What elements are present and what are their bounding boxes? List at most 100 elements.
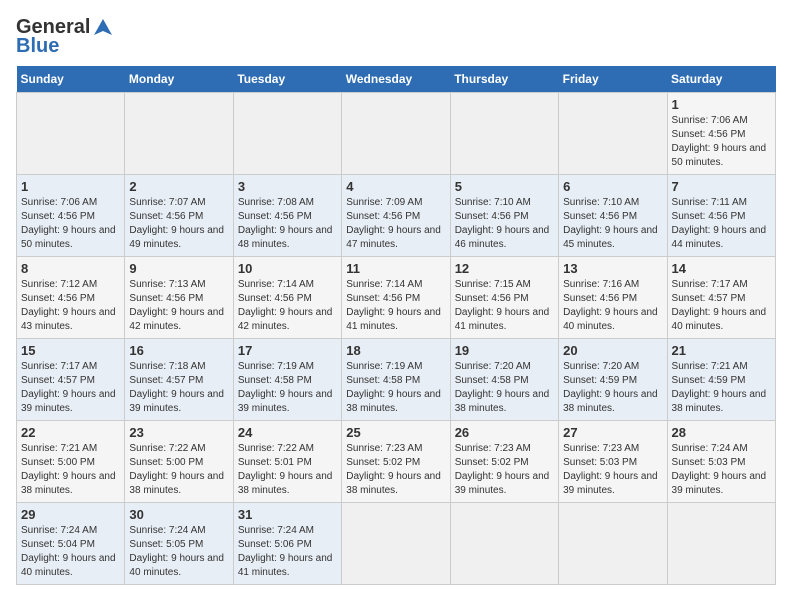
day-number: 10	[238, 261, 337, 276]
day-number: 29	[21, 507, 120, 522]
calendar-cell: 6 Sunrise: 7:10 AMSunset: 4:56 PMDayligh…	[559, 175, 667, 257]
calendar-cell	[450, 503, 558, 585]
calendar-cell: 11 Sunrise: 7:14 AMSunset: 4:56 PMDaylig…	[342, 257, 450, 339]
day-number: 23	[129, 425, 228, 440]
header-tuesday: Tuesday	[233, 66, 341, 93]
day-number: 22	[21, 425, 120, 440]
day-info: Sunrise: 7:20 AMSunset: 4:58 PMDaylight:…	[455, 361, 550, 414]
day-number: 18	[346, 343, 445, 358]
calendar-week-row: 8 Sunrise: 7:12 AMSunset: 4:56 PMDayligh…	[17, 257, 776, 339]
calendar-header-row: SundayMondayTuesdayWednesdayThursdayFrid…	[17, 66, 776, 93]
day-info: Sunrise: 7:24 AMSunset: 5:05 PMDaylight:…	[129, 525, 224, 578]
day-info: Sunrise: 7:20 AMSunset: 4:59 PMDaylight:…	[563, 361, 658, 414]
day-number: 31	[238, 507, 337, 522]
day-number: 16	[129, 343, 228, 358]
calendar-cell: 4 Sunrise: 7:09 AMSunset: 4:56 PMDayligh…	[342, 175, 450, 257]
calendar-cell: 7 Sunrise: 7:11 AMSunset: 4:56 PMDayligh…	[667, 175, 775, 257]
calendar-cell: 29 Sunrise: 7:24 AMSunset: 5:04 PMDaylig…	[17, 503, 125, 585]
calendar-cell: 17 Sunrise: 7:19 AMSunset: 4:58 PMDaylig…	[233, 339, 341, 421]
day-info: Sunrise: 7:19 AMSunset: 4:58 PMDaylight:…	[346, 361, 441, 414]
day-info: Sunrise: 7:24 AMSunset: 5:06 PMDaylight:…	[238, 525, 333, 578]
logo: General Blue	[16, 16, 114, 58]
calendar-cell: 15 Sunrise: 7:17 AMSunset: 4:57 PMDaylig…	[17, 339, 125, 421]
calendar-cell: 8 Sunrise: 7:12 AMSunset: 4:56 PMDayligh…	[17, 257, 125, 339]
calendar-cell: 18 Sunrise: 7:19 AMSunset: 4:58 PMDaylig…	[342, 339, 450, 421]
calendar-week-row: 15 Sunrise: 7:17 AMSunset: 4:57 PMDaylig…	[17, 339, 776, 421]
calendar-cell: 23 Sunrise: 7:22 AMSunset: 5:00 PMDaylig…	[125, 421, 233, 503]
calendar-cell: 9 Sunrise: 7:13 AMSunset: 4:56 PMDayligh…	[125, 257, 233, 339]
day-number: 12	[455, 261, 554, 276]
day-number: 19	[455, 343, 554, 358]
calendar-cell	[233, 93, 341, 175]
day-number: 1	[672, 97, 771, 112]
calendar-cell: 19 Sunrise: 7:20 AMSunset: 4:58 PMDaylig…	[450, 339, 558, 421]
day-info: Sunrise: 7:13 AMSunset: 4:56 PMDaylight:…	[129, 279, 224, 332]
day-info: Sunrise: 7:24 AMSunset: 5:03 PMDaylight:…	[672, 443, 767, 496]
day-number: 2	[129, 179, 228, 194]
day-info: Sunrise: 7:07 AMSunset: 4:56 PMDaylight:…	[129, 197, 224, 250]
day-info: Sunrise: 7:12 AMSunset: 4:56 PMDaylight:…	[21, 279, 116, 332]
calendar-cell: 1 Sunrise: 7:06 AMSunset: 4:56 PMDayligh…	[17, 175, 125, 257]
day-info: Sunrise: 7:17 AMSunset: 4:57 PMDaylight:…	[672, 279, 767, 332]
day-info: Sunrise: 7:10 AMSunset: 4:56 PMDaylight:…	[563, 197, 658, 250]
day-info: Sunrise: 7:06 AMSunset: 4:56 PMDaylight:…	[672, 115, 767, 168]
day-number: 1	[21, 179, 120, 194]
calendar-cell: 3 Sunrise: 7:08 AMSunset: 4:56 PMDayligh…	[233, 175, 341, 257]
day-info: Sunrise: 7:24 AMSunset: 5:04 PMDaylight:…	[21, 525, 116, 578]
calendar-week-row: 1 Sunrise: 7:06 AMSunset: 4:56 PMDayligh…	[17, 93, 776, 175]
day-number: 13	[563, 261, 662, 276]
calendar-cell: 30 Sunrise: 7:24 AMSunset: 5:05 PMDaylig…	[125, 503, 233, 585]
calendar-cell: 16 Sunrise: 7:18 AMSunset: 4:57 PMDaylig…	[125, 339, 233, 421]
calendar-cell	[667, 503, 775, 585]
day-number: 8	[21, 261, 120, 276]
header-thursday: Thursday	[450, 66, 558, 93]
calendar-cell: 31 Sunrise: 7:24 AMSunset: 5:06 PMDaylig…	[233, 503, 341, 585]
calendar-week-row: 1 Sunrise: 7:06 AMSunset: 4:56 PMDayligh…	[17, 175, 776, 257]
day-info: Sunrise: 7:14 AMSunset: 4:56 PMDaylight:…	[346, 279, 441, 332]
day-number: 7	[672, 179, 771, 194]
calendar-week-row: 22 Sunrise: 7:21 AMSunset: 5:00 PMDaylig…	[17, 421, 776, 503]
calendar-cell: 2 Sunrise: 7:07 AMSunset: 4:56 PMDayligh…	[125, 175, 233, 257]
day-number: 15	[21, 343, 120, 358]
day-number: 24	[238, 425, 337, 440]
day-info: Sunrise: 7:23 AMSunset: 5:02 PMDaylight:…	[346, 443, 441, 496]
day-info: Sunrise: 7:11 AMSunset: 4:56 PMDaylight:…	[672, 197, 767, 250]
day-number: 20	[563, 343, 662, 358]
calendar-cell	[559, 503, 667, 585]
logo-blue: Blue	[16, 35, 59, 58]
calendar-cell: 13 Sunrise: 7:16 AMSunset: 4:56 PMDaylig…	[559, 257, 667, 339]
day-number: 25	[346, 425, 445, 440]
calendar-cell: 10 Sunrise: 7:14 AMSunset: 4:56 PMDaylig…	[233, 257, 341, 339]
calendar-table: SundayMondayTuesdayWednesdayThursdayFrid…	[16, 66, 776, 585]
day-info: Sunrise: 7:21 AMSunset: 5:00 PMDaylight:…	[21, 443, 116, 496]
day-info: Sunrise: 7:14 AMSunset: 4:56 PMDaylight:…	[238, 279, 333, 332]
calendar-week-row: 29 Sunrise: 7:24 AMSunset: 5:04 PMDaylig…	[17, 503, 776, 585]
calendar-cell	[342, 93, 450, 175]
day-info: Sunrise: 7:23 AMSunset: 5:03 PMDaylight:…	[563, 443, 658, 496]
day-number: 27	[563, 425, 662, 440]
calendar-cell: 27 Sunrise: 7:23 AMSunset: 5:03 PMDaylig…	[559, 421, 667, 503]
calendar-cell: 1 Sunrise: 7:06 AMSunset: 4:56 PMDayligh…	[667, 93, 775, 175]
header-monday: Monday	[125, 66, 233, 93]
day-number: 3	[238, 179, 337, 194]
calendar-cell: 5 Sunrise: 7:10 AMSunset: 4:56 PMDayligh…	[450, 175, 558, 257]
day-info: Sunrise: 7:23 AMSunset: 5:02 PMDaylight:…	[455, 443, 550, 496]
calendar-cell	[17, 93, 125, 175]
calendar-cell: 20 Sunrise: 7:20 AMSunset: 4:59 PMDaylig…	[559, 339, 667, 421]
day-number: 28	[672, 425, 771, 440]
day-info: Sunrise: 7:16 AMSunset: 4:56 PMDaylight:…	[563, 279, 658, 332]
header-sunday: Sunday	[17, 66, 125, 93]
calendar-cell: 26 Sunrise: 7:23 AMSunset: 5:02 PMDaylig…	[450, 421, 558, 503]
calendar-cell	[559, 93, 667, 175]
header-friday: Friday	[559, 66, 667, 93]
header-wednesday: Wednesday	[342, 66, 450, 93]
day-info: Sunrise: 7:18 AMSunset: 4:57 PMDaylight:…	[129, 361, 224, 414]
header-saturday: Saturday	[667, 66, 775, 93]
day-info: Sunrise: 7:22 AMSunset: 5:01 PMDaylight:…	[238, 443, 333, 496]
calendar-cell: 14 Sunrise: 7:17 AMSunset: 4:57 PMDaylig…	[667, 257, 775, 339]
calendar-cell: 12 Sunrise: 7:15 AMSunset: 4:56 PMDaylig…	[450, 257, 558, 339]
day-info: Sunrise: 7:09 AMSunset: 4:56 PMDaylight:…	[346, 197, 441, 250]
day-info: Sunrise: 7:06 AMSunset: 4:56 PMDaylight:…	[21, 197, 116, 250]
day-number: 17	[238, 343, 337, 358]
day-number: 11	[346, 261, 445, 276]
